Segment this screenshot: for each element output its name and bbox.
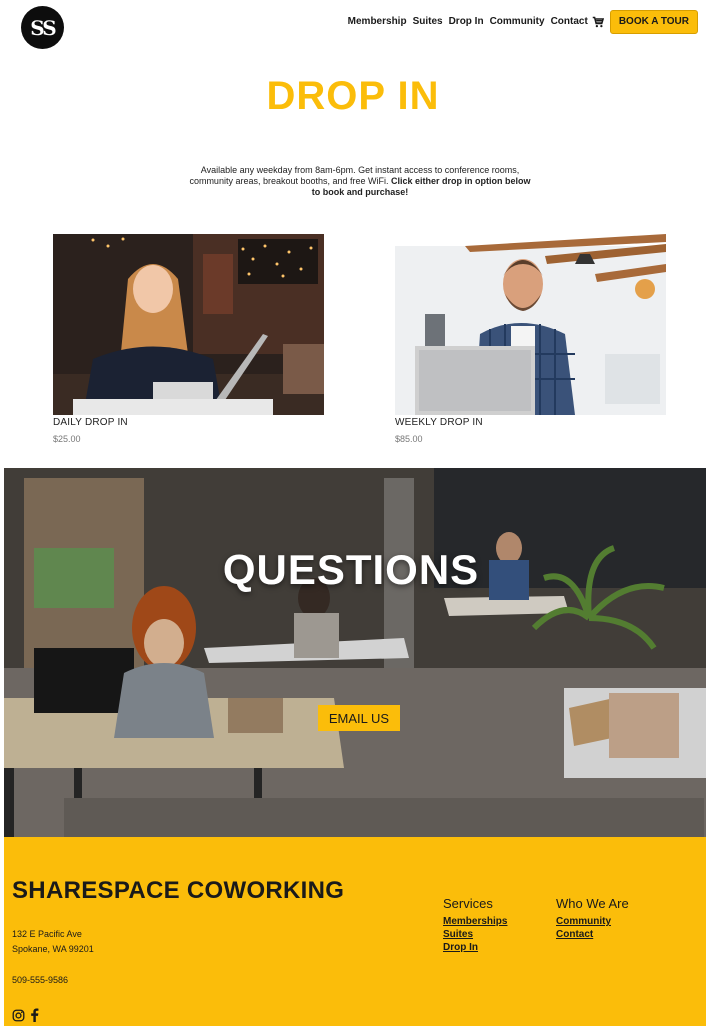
email-us-button[interactable]: EMAIL US [318, 705, 400, 731]
product-name[interactable]: WEEKLY DROP IN [395, 417, 666, 428]
product-name[interactable]: DAILY DROP IN [53, 417, 324, 428]
who-heading: Who We Are [556, 896, 629, 911]
instagram-icon[interactable] [12, 1009, 25, 1022]
cart-icon[interactable] [592, 16, 604, 28]
footer-link-drop-in[interactable]: Drop In [443, 941, 507, 954]
product-daily-drop-in[interactable]: DAILY DROP IN $25.00 [53, 234, 324, 444]
nav-membership[interactable]: Membership [348, 16, 407, 27]
intro-text: Available any weekday from 8am-6pm. Get … [185, 165, 535, 198]
product-image-weekly[interactable] [395, 234, 666, 415]
social-links [12, 1008, 44, 1022]
site-header: SS Membership Suites Drop In Community C… [0, 0, 706, 56]
footer-link-contact[interactable]: Contact [556, 928, 629, 941]
woman-with-laptop-photo [53, 234, 324, 415]
product-image-daily[interactable] [53, 234, 324, 415]
footer-brand: SHARESPACE COWORKING [12, 877, 345, 904]
site-footer: SHARESPACE COWORKING 132 E Pacific Ave S… [4, 837, 706, 1026]
footer-link-community[interactable]: Community [556, 915, 629, 928]
coworking-space-photo [4, 468, 706, 837]
product-price: $25.00 [53, 434, 81, 444]
footer-phone[interactable]: 509-555-9586 [12, 975, 68, 985]
facebook-icon[interactable] [30, 1008, 39, 1022]
footer-link-suites[interactable]: Suites [443, 928, 507, 941]
address-line2: Spokane, WA 99201 [12, 944, 94, 954]
nav-suites[interactable]: Suites [413, 16, 443, 27]
nav-community[interactable]: Community [490, 16, 545, 27]
main-nav: Membership Suites Drop In Community Cont… [348, 9, 698, 34]
services-heading: Services [443, 896, 493, 911]
questions-heading: QUESTIONS [222, 546, 480, 593]
footer-link-memberships[interactable]: Memberships [443, 915, 507, 928]
product-price: $85.00 [395, 434, 423, 444]
questions-banner-image [4, 468, 706, 837]
footer-who-we-are: Who We Are Community Contact [556, 896, 629, 941]
address-line1: 132 E Pacific Ave [12, 929, 82, 939]
page-title: DROP IN [266, 74, 440, 118]
site-logo[interactable]: SS [21, 6, 64, 49]
nav-drop-in[interactable]: Drop In [449, 16, 484, 27]
book-tour-button[interactable]: BOOK A TOUR [609, 9, 698, 34]
man-with-laptop-photo [395, 234, 666, 415]
product-weekly-drop-in[interactable]: WEEKLY DROP IN $85.00 [395, 234, 666, 444]
nav-contact[interactable]: Contact [551, 16, 588, 27]
footer-address: 132 E Pacific Ave Spokane, WA 99201 [12, 927, 94, 957]
footer-services: Services Memberships Suites Drop In [443, 896, 507, 954]
